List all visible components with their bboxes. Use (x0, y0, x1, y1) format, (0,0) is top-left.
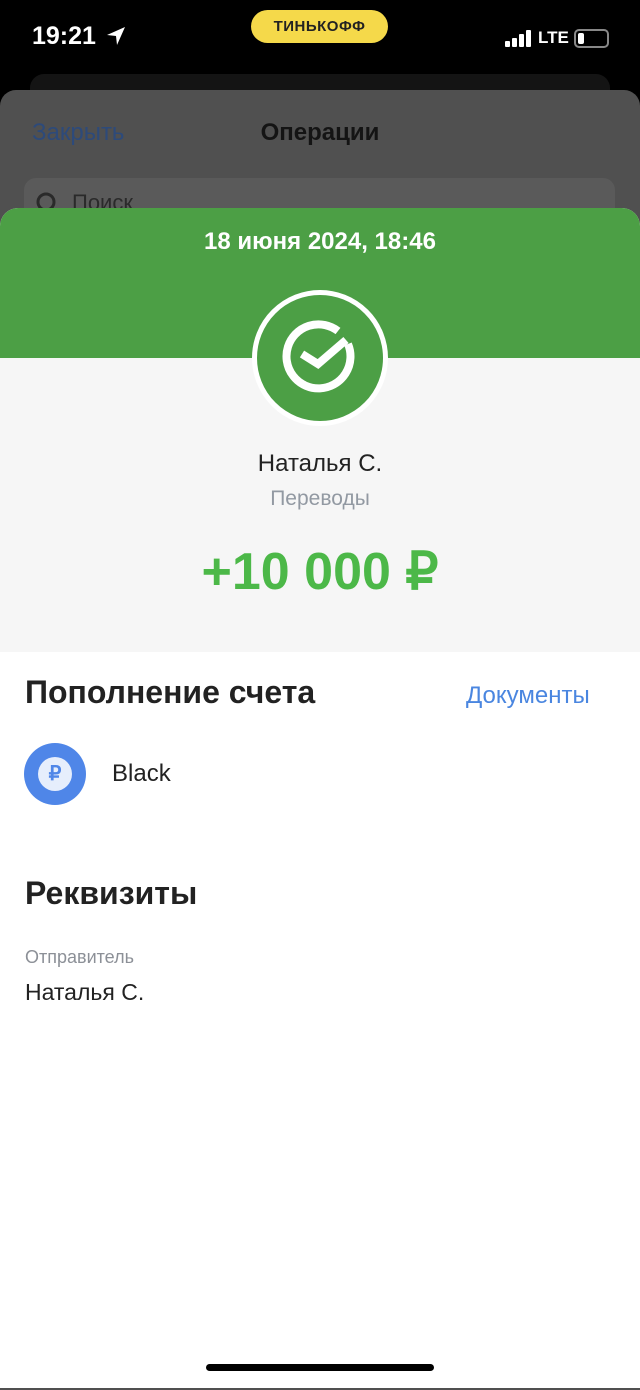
operation-detail-sheet: 18 июня 2024, 18:46 Наталья С. Переводы … (0, 208, 640, 1388)
home-indicator[interactable] (206, 1364, 434, 1371)
section-title-details: Реквизиты (25, 875, 198, 911)
counterparty-name: Наталья С. (257, 450, 383, 477)
carrier-badge: ТИНЬКОФФ (251, 10, 388, 43)
sheet-title: Операции (260, 119, 380, 146)
status-time: 19:21 (32, 22, 96, 50)
ruble-icon: ₽ (24, 743, 86, 805)
account-name[interactable]: Black (112, 760, 171, 788)
signal-icon (505, 30, 531, 47)
sender-label: Отправитель (25, 947, 134, 967)
section-title-topup: Пополнение счета (25, 674, 316, 710)
location-arrow-icon (107, 27, 125, 45)
operation-amount: +10 000 ₽ (201, 543, 439, 601)
sender-value: Наталья С. (25, 979, 145, 1005)
operation-category: Переводы (270, 487, 370, 510)
network-type: LTE (538, 28, 569, 47)
documents-link[interactable]: Документы (466, 682, 590, 710)
sber-check-icon (252, 290, 388, 426)
operation-datetime: 18 июня 2024, 18:46 (204, 228, 436, 255)
battery-icon (574, 29, 609, 48)
